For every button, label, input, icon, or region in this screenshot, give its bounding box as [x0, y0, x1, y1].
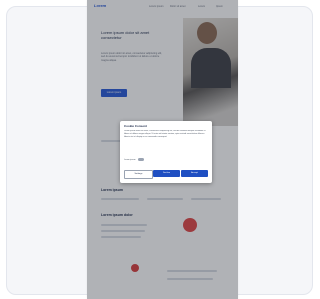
decline-button[interactable]: Decline [153, 170, 180, 177]
settings-button[interactable]: Settings [124, 170, 153, 179]
dialog-body-text: Lorem ipsum dolor sit amet, consectetur … [124, 130, 206, 138]
accept-button[interactable]: Accept [181, 170, 208, 177]
cookie-consent-dialog: Cookie Consent Lorem ipsum dolor sit ame… [120, 121, 212, 183]
consent-toggle[interactable] [138, 158, 145, 161]
toggle-label: Lorem ipsum [124, 159, 136, 162]
consent-toggle-row: Lorem ipsum [124, 158, 145, 162]
dialog-title: Cookie Consent [124, 124, 147, 128]
